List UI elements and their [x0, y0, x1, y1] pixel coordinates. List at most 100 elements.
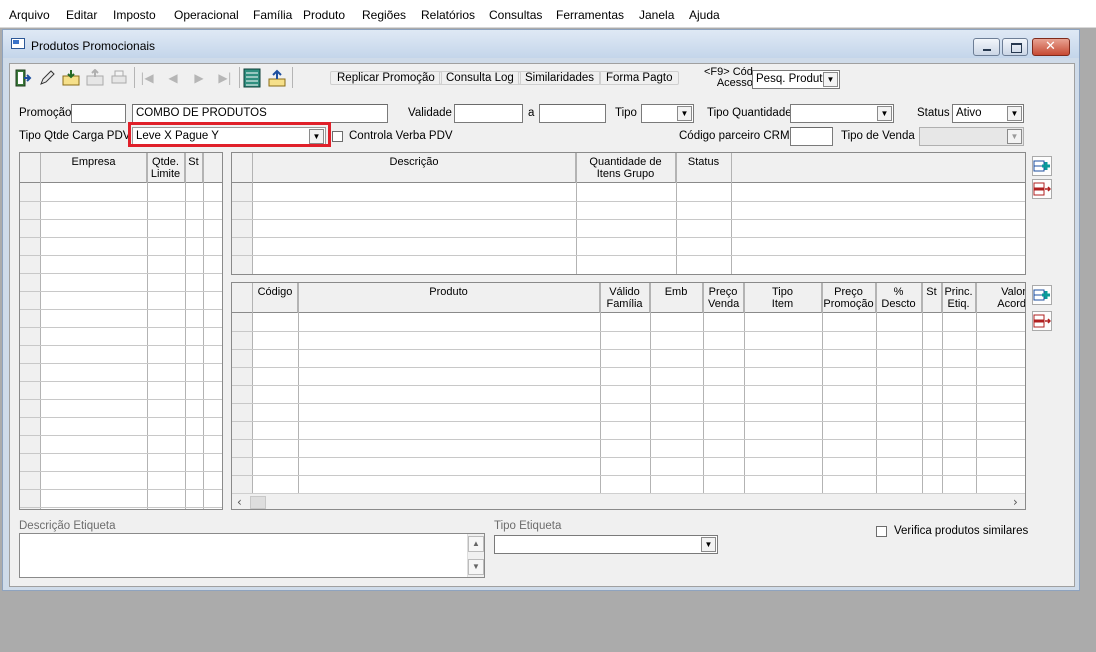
menu-produto[interactable]: Produto — [303, 8, 345, 22]
scroll-up-icon[interactable]: ▲ — [468, 536, 484, 552]
chevron-down-icon: ▼ — [823, 72, 838, 87]
add-group-row-button[interactable] — [1032, 156, 1052, 176]
table-row — [232, 457, 1025, 458]
next-record-icon: ▶ — [194, 70, 204, 85]
empresa-grid[interactable]: Empresa Qtde. Limite St — [19, 152, 223, 510]
exit-icon[interactable] — [12, 65, 34, 90]
promocao-code-input[interactable] — [71, 104, 126, 123]
highlight-annotation-box — [128, 122, 331, 147]
codigo-acesso-label: <F9> Cód Acesso — [704, 66, 753, 89]
menu-janela[interactable]: Janela — [639, 8, 674, 22]
table-row — [232, 403, 1025, 404]
column-header-descricao[interactable]: Descrição — [253, 153, 576, 183]
table-row — [20, 507, 222, 508]
consulta-log-button[interactable]: Consulta Log — [439, 65, 521, 90]
column-header-percent-descto[interactable]: % Descto — [876, 283, 922, 313]
codigo-crm-label: Código parceiro CRM — [679, 130, 790, 142]
menu-regioes[interactable]: Regiões — [362, 8, 406, 22]
promocao-label: Promoção — [19, 107, 72, 119]
add-folder-icon[interactable] — [60, 65, 82, 90]
tipo-etiqueta-select[interactable]: ▼ — [494, 535, 718, 554]
descricao-etiqueta-textarea[interactable]: ▲ ▼ — [19, 533, 485, 578]
table-row — [20, 417, 222, 418]
menu-bar: Arquivo Editar Imposto Operacional Famíl… — [0, 0, 1096, 28]
column-header-empresa[interactable]: Empresa — [41, 153, 147, 183]
remove-folder-icon — [84, 65, 106, 90]
codigo-acesso-select[interactable]: Pesq. Produto ▼ — [752, 70, 840, 89]
table-row — [232, 349, 1025, 350]
validade-ate-input[interactable] — [539, 104, 606, 123]
menu-editar[interactable]: Editar — [66, 8, 97, 22]
table-row — [20, 435, 222, 436]
forma-pagto-button[interactable]: Forma Pagto — [599, 65, 680, 90]
table-row — [232, 331, 1025, 332]
column-header-codigo[interactable]: Código — [253, 283, 298, 313]
column-header-status[interactable]: Status — [676, 153, 732, 183]
column-header-quantidade-itens-grupo[interactable]: Quantidade de Itens Grupo — [576, 153, 676, 183]
column-header-preco-promocao[interactable]: Preço Promoção — [822, 283, 876, 313]
column-header-st[interactable]: St — [922, 283, 942, 313]
similaridades-button[interactable]: Similaridades — [518, 65, 602, 90]
scroll-right-icon[interactable]: › — [1013, 495, 1018, 509]
scroll-left-icon[interactable]: ‹ — [237, 495, 242, 509]
replicar-promocao-button[interactable]: Replicar Promoção — [330, 65, 442, 90]
add-row-icon — [1033, 289, 1050, 301]
scroll-thumb[interactable] — [250, 496, 266, 509]
table-row — [20, 255, 222, 256]
column-header-produto[interactable]: Produto — [298, 283, 600, 313]
status-label: Status — [917, 107, 950, 119]
table-row — [232, 237, 1025, 238]
column-header-qtde-limite[interactable]: Qtde. Limite — [147, 153, 185, 183]
chevron-down-icon: ▼ — [1007, 129, 1022, 144]
table-row — [20, 219, 222, 220]
table-row — [20, 309, 222, 310]
remove-row-icon — [1033, 182, 1052, 196]
column-header-emb[interactable]: Emb — [650, 283, 703, 313]
column-header-valor-acordo[interactable]: Valor Acord — [976, 283, 1025, 313]
grupo-grid[interactable]: Descrição Quantidade de Itens Grupo Stat… — [231, 152, 1026, 275]
produto-grid[interactable]: Código Produto Válido Família Emb Preço … — [231, 282, 1026, 510]
produto-horizontal-scrollbar[interactable]: ‹ › — [232, 493, 1025, 509]
column-header-st[interactable]: St — [185, 153, 203, 183]
close-button[interactable] — [1032, 38, 1070, 56]
table-row — [20, 471, 222, 472]
verifica-similares-checkbox[interactable] — [876, 526, 887, 537]
menu-imposto[interactable]: Imposto — [113, 8, 156, 22]
column-header-preco-venda[interactable]: Preço Venda — [703, 283, 744, 313]
controla-verba-label: Controla Verba PDV — [349, 130, 453, 142]
column-header-tipo-item[interactable]: Tipo Item — [744, 283, 822, 313]
minimize-button[interactable] — [973, 38, 1000, 56]
menu-operacional[interactable]: Operacional — [174, 8, 239, 22]
tipo-quantidade-select[interactable]: ▼ — [790, 104, 894, 123]
remove-product-row-button[interactable] — [1032, 311, 1052, 331]
edit-pencil-icon[interactable] — [36, 65, 58, 90]
menu-familia[interactable]: Família — [253, 8, 292, 22]
promocao-description-input[interactable]: COMBO DE PRODUTOS — [132, 104, 388, 123]
previous-record-icon: ◀ — [168, 70, 178, 85]
table-row — [232, 219, 1025, 220]
save-icon[interactable] — [266, 65, 288, 90]
validade-de-input[interactable] — [454, 104, 523, 123]
controla-verba-checkbox[interactable] — [332, 131, 343, 142]
maximize-button[interactable] — [1002, 38, 1028, 56]
table-row — [232, 439, 1025, 440]
menu-ferramentas[interactable]: Ferramentas — [556, 8, 624, 22]
tipo-select[interactable]: ▼ — [641, 104, 694, 123]
menu-relatorios[interactable]: Relatórios — [421, 8, 475, 22]
tipo-label: Tipo — [615, 107, 637, 119]
column-header-valido-familia[interactable]: Válido Família — [600, 283, 650, 313]
codigo-crm-input[interactable] — [790, 127, 833, 146]
grid-view-icon[interactable] — [241, 65, 263, 90]
scroll-down-icon[interactable]: ▼ — [468, 559, 484, 575]
menu-consultas[interactable]: Consultas — [489, 8, 542, 22]
validade-label: Validade — [408, 107, 452, 119]
remove-group-row-button[interactable] — [1032, 179, 1052, 199]
add-product-row-button[interactable] — [1032, 285, 1052, 305]
window-client-area: |◀ ◀ ▶ ▶| Replicar Promoção Consulta Log… — [9, 63, 1075, 587]
menu-arquivo[interactable]: Arquivo — [9, 8, 50, 22]
menu-ajuda[interactable]: Ajuda — [689, 8, 720, 22]
status-select[interactable]: Ativo ▼ — [952, 104, 1024, 123]
textarea-scrollbar[interactable]: ▲ ▼ — [467, 534, 484, 577]
column-header-princ-etiq[interactable]: Princ. Etiq. — [942, 283, 976, 313]
window-titlebar[interactable]: Produtos Promocionais — [3, 30, 1079, 58]
